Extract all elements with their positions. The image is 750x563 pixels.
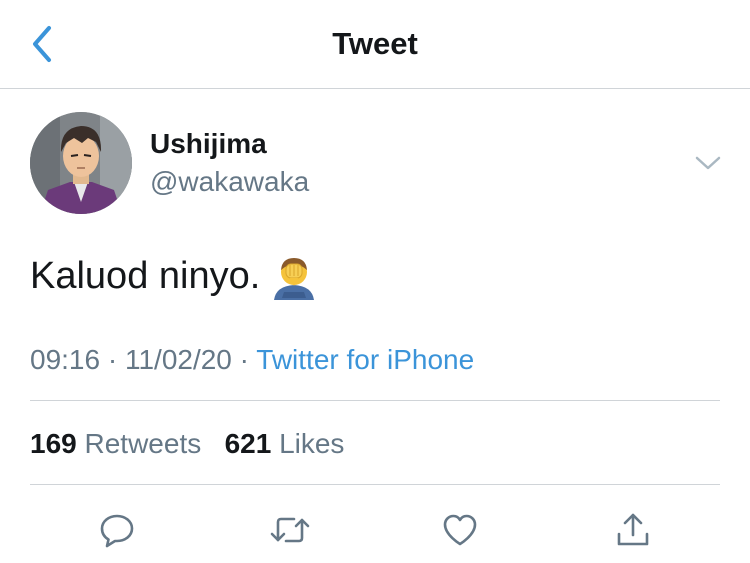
tweet-time: 09:16 (30, 344, 101, 375)
tweet-text-row: Kaluod ninyo. (30, 252, 318, 300)
page-title: Tweet (332, 26, 418, 61)
tweet-stats: 169 Retweets 621 Likes (30, 428, 344, 460)
author-handle[interactable]: @wakawaka (150, 166, 309, 198)
tweet-detail-screen: Tweet Ushijima @wakawaka Kaluod ninyo. 0… (0, 0, 750, 563)
face-palm-emoji-icon (270, 252, 318, 300)
meta-separator: · (107, 344, 118, 375)
comment-icon (100, 514, 134, 548)
likes-count: 621 (224, 428, 272, 459)
likes-stat[interactable]: 621 Likes (225, 428, 345, 459)
retweet-button[interactable] (268, 508, 312, 552)
divider (30, 400, 720, 401)
divider (30, 484, 720, 485)
avatar[interactable] (30, 112, 132, 214)
share-icon (617, 513, 649, 546)
tweet-text: Kaluod ninyo. (30, 254, 261, 297)
like-button[interactable] (438, 508, 482, 552)
likes-label: Likes (279, 428, 345, 459)
meta-separator: · (239, 344, 249, 375)
retweets-count: 169 (30, 428, 77, 459)
retweets-label: Retweets (84, 428, 202, 459)
profile-avatar-image (30, 112, 132, 214)
retweets-stat[interactable]: 169 Retweets (30, 428, 209, 459)
heart-icon (443, 514, 477, 546)
more-options-button[interactable] (690, 150, 726, 176)
tweet-source-link[interactable]: Twitter for iPhone (256, 344, 474, 375)
nav-header: Tweet (0, 0, 750, 89)
reply-button[interactable] (95, 508, 139, 552)
author-display-name[interactable]: Ushijima (150, 128, 267, 160)
chevron-down-icon (695, 156, 721, 170)
tweet-date: 11/02/20 (124, 344, 232, 375)
retweet-icon (270, 517, 310, 543)
tweet-meta: 09:16 · 11/02/20 · Twitter for iPhone (30, 344, 474, 376)
share-button[interactable] (611, 508, 655, 552)
